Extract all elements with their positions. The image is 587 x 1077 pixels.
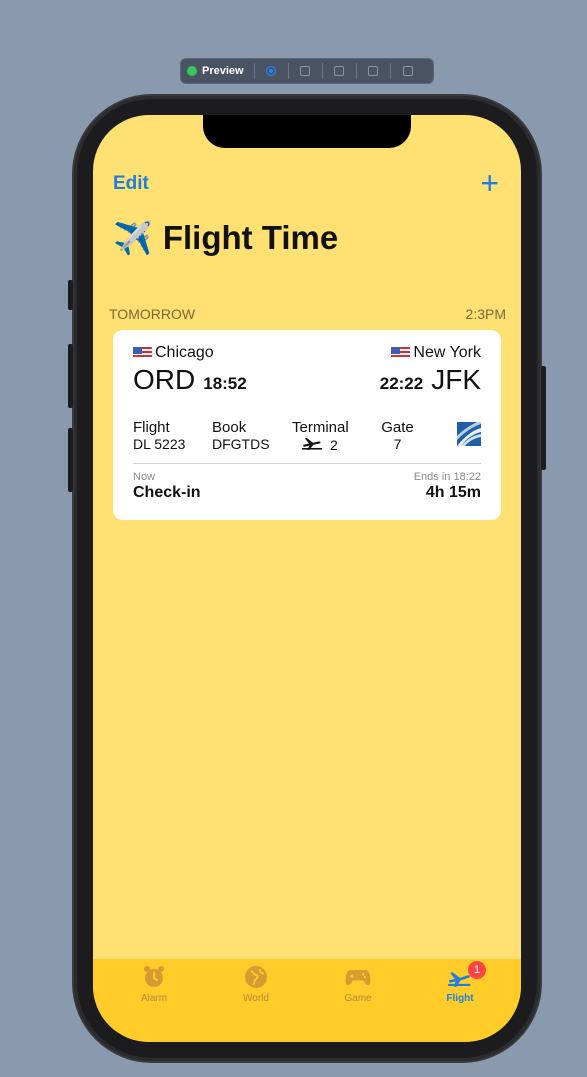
device-settings-button[interactable]	[357, 63, 391, 79]
flight-badge: 1	[468, 961, 486, 979]
origin-code: ORD	[133, 364, 196, 395]
duplicate-icon	[402, 66, 413, 76]
live-indicator-icon	[187, 66, 197, 76]
status-row: Now Check-in Ends in 18:22 4h 15m	[133, 471, 481, 502]
airline-globe-logo-icon	[457, 422, 481, 446]
edit-button[interactable]: Edit	[113, 173, 149, 195]
takeoff-icon	[302, 436, 322, 453]
silent-switch	[68, 280, 73, 310]
live-preview-button[interactable]: Preview	[187, 63, 255, 79]
destination-code: JFK	[431, 364, 481, 395]
status-label: Now	[133, 471, 156, 483]
ends-label: Ends in 18:22	[413, 471, 481, 483]
departure-time: 18:52	[203, 374, 247, 393]
origin-city: Chicago	[133, 344, 214, 362]
duplicate-preview-button[interactable]	[391, 63, 425, 79]
tab-bar: Alarm World Game 1 Flight	[93, 959, 521, 1042]
power-button	[541, 366, 546, 470]
booking-code: DFGTDS	[212, 436, 270, 452]
status-value: Check-in	[133, 484, 201, 501]
flight-card[interactable]: Chicago New York ORD 18:52 22:22 JFK Fli…	[113, 330, 501, 520]
variants-button[interactable]	[289, 63, 323, 79]
flight-number: DL 5223	[133, 436, 186, 452]
terminal-number: 2	[330, 436, 338, 453]
volume-down-button	[68, 428, 73, 492]
page-title-text: Flight Time	[162, 219, 339, 256]
page-title: ✈️ Flight Time	[113, 219, 338, 257]
terminal-label: Terminal	[292, 419, 349, 436]
display-icon	[368, 66, 379, 76]
alarm-clock-icon	[141, 965, 167, 989]
book-label: Book	[212, 419, 247, 436]
flight-details: Flight DL 5223 Book DFGTDS Terminal 2 Ga…	[133, 420, 481, 453]
selectable-icon	[266, 66, 277, 76]
selectable-mode-button[interactable]	[255, 63, 289, 79]
card-divider	[133, 463, 481, 464]
tab-alarm-label: Alarm	[140, 993, 168, 1004]
gate-label: Gate	[381, 419, 414, 436]
tab-game-label: Game	[344, 993, 372, 1004]
preview-toolbar: Preview	[180, 58, 434, 84]
tab-world-label: World	[243, 993, 269, 1004]
preview-label: Preview	[202, 65, 244, 77]
flight-label: Flight	[133, 419, 170, 436]
app-screen: Edit + ✈️ Flight Time TOMORROW 2:3PM Chi…	[93, 115, 521, 1042]
volume-up-button	[68, 344, 73, 408]
tab-flight-label: Flight	[446, 993, 474, 1004]
globe-icon	[243, 965, 269, 989]
us-flag-icon	[133, 347, 152, 359]
section-heading: TOMORROW	[109, 306, 196, 322]
rotate-icon	[334, 66, 345, 76]
remaining-time: 4h 15m	[425, 484, 481, 501]
destination-city: New York	[391, 344, 481, 362]
arrival-time: 22:22	[379, 374, 424, 393]
variants-icon	[300, 66, 311, 76]
tab-flight[interactable]: 1 Flight	[425, 961, 495, 1042]
tab-alarm[interactable]: Alarm	[119, 965, 189, 1042]
gamepad-icon	[345, 965, 371, 989]
origin-city-name: Chicago	[155, 344, 214, 361]
destination-city-name: New York	[413, 344, 481, 361]
gate-number: 7	[393, 436, 402, 452]
section-header: TOMORROW 2:3PM	[109, 306, 506, 322]
orientation-button[interactable]	[323, 63, 357, 79]
notch	[203, 115, 411, 148]
tab-world[interactable]: World	[221, 965, 291, 1042]
us-flag-icon	[391, 347, 411, 359]
section-time: 2:3PM	[465, 306, 506, 322]
add-flight-button[interactable]: +	[480, 167, 499, 199]
airplane-emoji-icon: ✈️	[113, 220, 153, 256]
tab-game[interactable]: Game	[323, 965, 393, 1042]
